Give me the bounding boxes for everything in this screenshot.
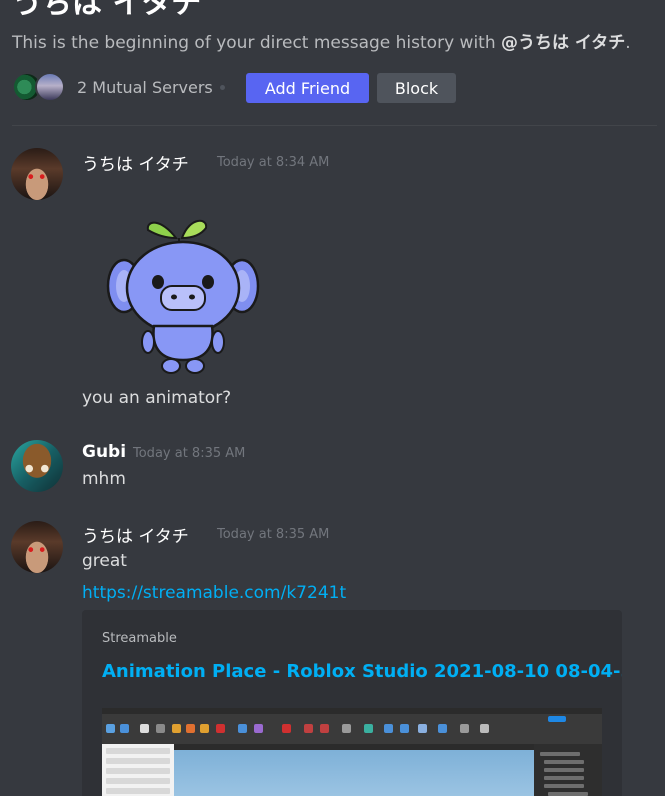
message-text: you an animator? bbox=[82, 388, 232, 408]
message-timestamp: Today at 8:35 AM bbox=[133, 446, 246, 461]
ribbon-icon bbox=[140, 724, 149, 733]
panel-row bbox=[544, 784, 584, 788]
panel-row bbox=[548, 792, 588, 796]
block-button[interactable]: Block bbox=[377, 73, 456, 103]
dm-subtitle: This is the beginning of your direct mes… bbox=[12, 28, 631, 53]
message-timestamp: Today at 8:35 AM bbox=[217, 527, 330, 542]
ribbon-icon bbox=[254, 724, 263, 733]
panel-row bbox=[106, 768, 170, 774]
avatar[interactable] bbox=[11, 440, 63, 492]
message-username[interactable]: うちは イタチ bbox=[82, 150, 189, 175]
ribbon-icon bbox=[548, 716, 566, 722]
dm-channel: うちは イタチ This is the beginning of your di… bbox=[0, 0, 665, 796]
wumpus-sprout-sticker[interactable] bbox=[106, 208, 260, 376]
ribbon-icon bbox=[186, 724, 195, 733]
panel-row bbox=[540, 752, 580, 756]
ribbon-icon bbox=[438, 724, 447, 733]
embed-title[interactable]: Animation Place - Roblox Studio 2021-08-… bbox=[102, 661, 622, 682]
ribbon-icon bbox=[342, 724, 351, 733]
ribbon-icon bbox=[384, 724, 393, 733]
ribbon-icon bbox=[320, 724, 329, 733]
ribbon-icon bbox=[172, 724, 181, 733]
avatar[interactable] bbox=[11, 148, 63, 200]
ribbon-icon bbox=[418, 724, 427, 733]
link-embed: Streamable Animation Place - Roblox Stud… bbox=[82, 610, 622, 796]
message-username[interactable]: うちは イタチ bbox=[82, 522, 189, 547]
studio-viewport-tab bbox=[174, 744, 534, 750]
ribbon-icon bbox=[460, 724, 469, 733]
panel-row bbox=[106, 788, 170, 794]
embed-provider[interactable]: Streamable bbox=[102, 631, 177, 646]
message-timestamp: Today at 8:34 AM bbox=[217, 155, 330, 170]
user-mention[interactable]: @うちは イタチ bbox=[501, 33, 625, 53]
panel-row bbox=[106, 748, 170, 754]
message-text: great bbox=[82, 551, 127, 571]
studio-viewport bbox=[174, 744, 534, 796]
panel-row bbox=[544, 768, 584, 772]
message-username[interactable]: Gubi bbox=[82, 442, 126, 462]
divider bbox=[12, 125, 657, 126]
separator-dot bbox=[220, 85, 225, 90]
ribbon-icon bbox=[282, 724, 291, 733]
ribbon-icon bbox=[106, 724, 115, 733]
message-link[interactable]: https://streamable.com/k7241t bbox=[82, 583, 346, 603]
ribbon-icon bbox=[364, 724, 373, 733]
dm-title: うちは イタチ bbox=[12, 0, 202, 21]
server-icon[interactable] bbox=[35, 72, 65, 102]
ribbon-icon bbox=[216, 724, 225, 733]
mutual-servers-row: 2 Mutual Servers Add Friend Block bbox=[12, 72, 657, 104]
panel-row bbox=[106, 758, 170, 764]
studio-ribbon bbox=[102, 714, 602, 744]
avatar[interactable] bbox=[11, 521, 63, 573]
add-friend-button[interactable]: Add Friend bbox=[246, 73, 369, 103]
studio-explorer-panel bbox=[534, 744, 602, 796]
ribbon-icon bbox=[304, 724, 313, 733]
studio-left-panel bbox=[102, 744, 174, 796]
panel-row bbox=[544, 760, 584, 764]
ribbon-icon bbox=[238, 724, 247, 733]
subtitle-prefix: This is the beginning of your direct mes… bbox=[12, 33, 502, 53]
ribbon-icon bbox=[200, 724, 209, 733]
ribbon-icon bbox=[480, 724, 489, 733]
embed-thumbnail[interactable] bbox=[102, 708, 602, 796]
ribbon-icon bbox=[400, 724, 409, 733]
panel-row bbox=[106, 778, 170, 784]
ribbon-icon bbox=[156, 724, 165, 733]
mutual-servers-label[interactable]: 2 Mutual Servers bbox=[77, 78, 213, 97]
ribbon-icon bbox=[120, 724, 129, 733]
message-text: mhm bbox=[82, 469, 126, 489]
panel-row bbox=[544, 776, 584, 780]
subtitle-suffix: . bbox=[625, 33, 631, 53]
